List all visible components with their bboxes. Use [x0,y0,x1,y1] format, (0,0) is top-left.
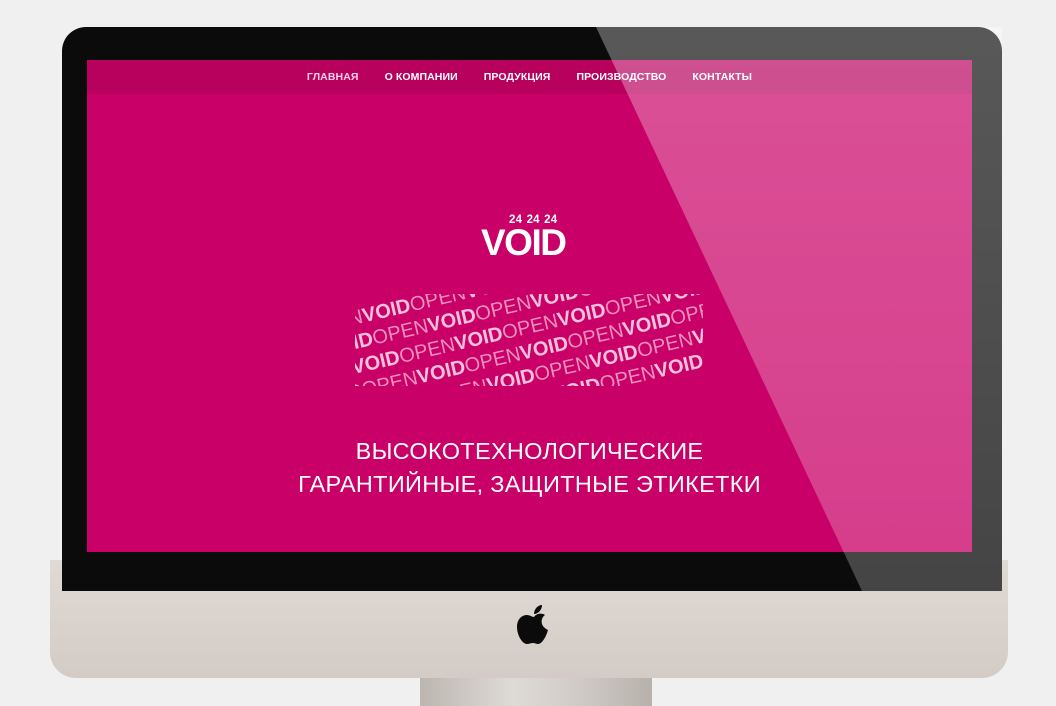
nav-home[interactable]: ГЛАВНАЯ [307,71,359,83]
apple-icon [517,605,548,644]
site-logo[interactable]: 24 24 24 VOID [481,212,581,264]
tagline-line-1: ВЫСОКОТЕХНОЛОГИЧЕСКИЕ [355,438,704,464]
nav-about[interactable]: О КОМПАНИИ [385,71,458,83]
nav-contacts[interactable]: КОНТАКТЫ [692,71,752,83]
nav-products[interactable]: ПРОДУКЦИЯ [484,71,551,83]
pattern-rows: OPENVOIDOPENVOIDOPENVOIDOPENVOIDOPENVOID… [355,294,703,386]
tagline-line-2: ГАРАНТИЙНЫЕ, ЗАЩИТНЫЕ ЭТИКЕТКИ [298,471,761,497]
website-screen: ГЛАВНАЯ О КОМПАНИИ ПРОДУКЦИЯ ПРОИЗВОДСТВ… [87,60,972,552]
logo-word: VOID [481,222,567,263]
nav-production[interactable]: ПРОИЗВОДСТВО [576,71,666,83]
monitor-stand [420,676,652,706]
main-nav: ГЛАВНАЯ О КОМПАНИИ ПРОДУКЦИЯ ПРОИЗВОДСТВ… [87,60,972,94]
hero-tagline: ВЫСОКОТЕХНОЛОГИЧЕСКИЕ ГАРАНТИЙНЫЕ, ЗАЩИТ… [87,435,972,501]
void-open-pattern: OPENVOIDOPENVOIDOPENVOIDOPENVOIDOPENVOID… [355,294,703,386]
